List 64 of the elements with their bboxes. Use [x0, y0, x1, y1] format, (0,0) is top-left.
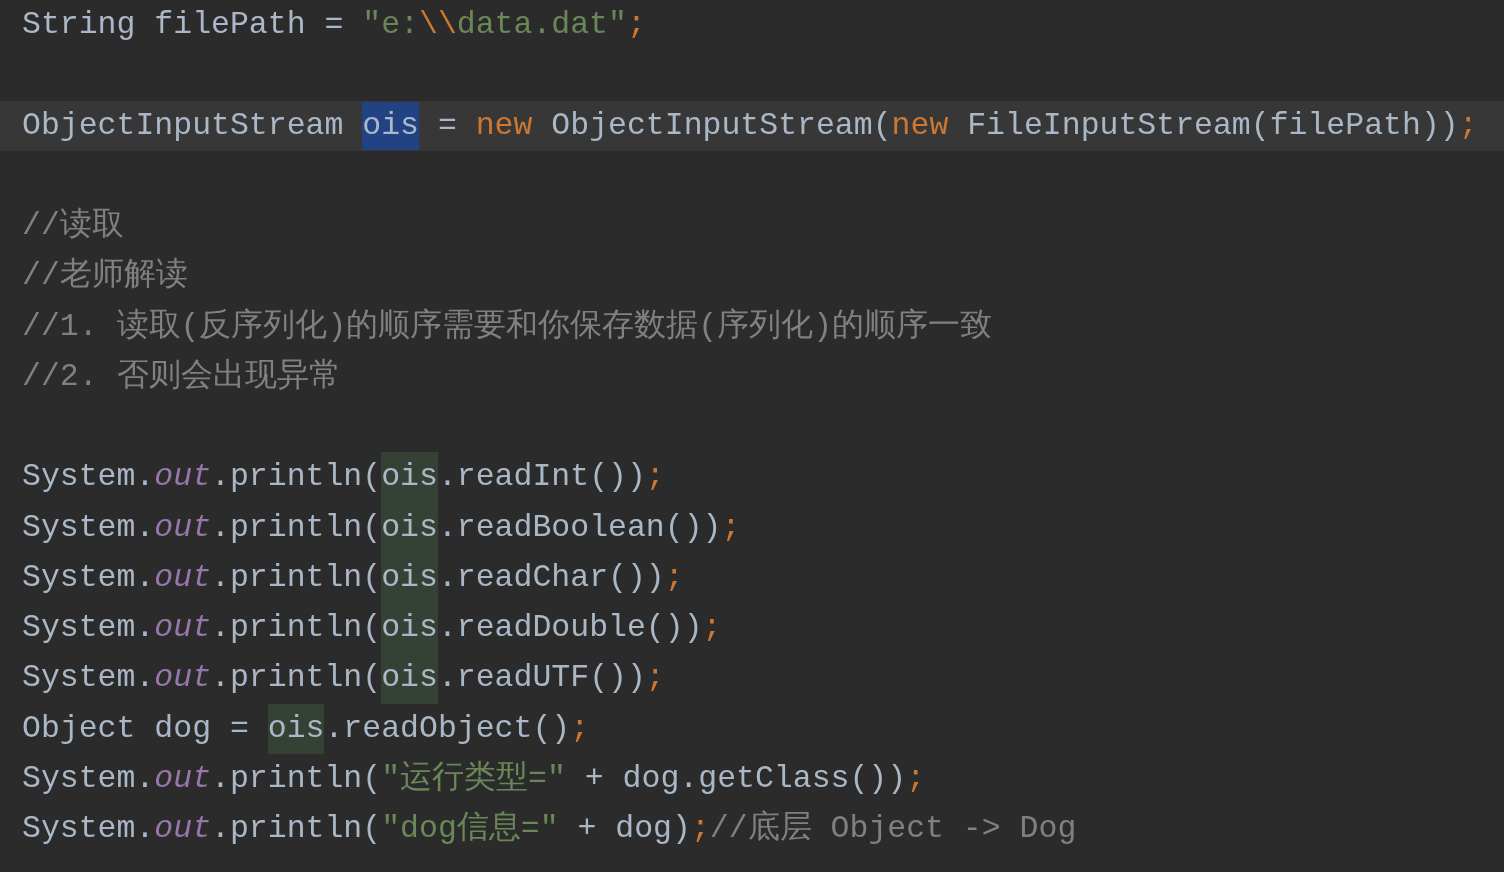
highlighted-text: ois	[381, 603, 438, 654]
selected-text: ois	[362, 101, 419, 150]
string-literal: "dog信息="	[381, 811, 559, 846]
highlighted-text: ois	[381, 653, 438, 704]
semicolon: ;	[1458, 107, 1478, 143]
comment: //老师解读	[22, 258, 188, 294]
code-text: .readObject()	[324, 710, 571, 746]
semicolon: ;	[645, 459, 665, 495]
keyword: new	[475, 107, 533, 143]
code-text: System.	[22, 660, 155, 696]
semicolon: ;	[906, 760, 926, 796]
code-text: .println(	[211, 610, 382, 645]
highlighted-text: ois	[381, 502, 438, 553]
field-name: out	[154, 559, 212, 595]
code-text: System.	[22, 811, 155, 846]
code-text: String filePath =	[22, 7, 345, 42]
semicolon: ;	[721, 509, 741, 545]
field-name: out	[154, 811, 212, 846]
keyword: new	[891, 107, 949, 143]
semicolon: ;	[690, 811, 710, 846]
code-text: System.	[22, 760, 155, 796]
semicolon: ;	[626, 7, 646, 42]
code-text: System.	[22, 610, 155, 645]
comment: //读取	[22, 208, 124, 243]
semicolon: ;	[570, 710, 590, 746]
field-name: out	[154, 610, 212, 645]
field-name: out	[154, 660, 212, 696]
highlighted-text: ois	[381, 452, 438, 503]
code-text: + dog)	[576, 811, 691, 846]
code-text: .println(	[211, 509, 382, 545]
code-text: System.	[22, 559, 155, 595]
code-text: System.	[22, 509, 155, 545]
comment: //1. 读取(反序列化)的顺序需要和你保存数据(序列化)的顺序一致	[22, 308, 993, 344]
field-name: out	[154, 509, 212, 545]
code-text: =	[436, 107, 458, 143]
code-text: .readChar())	[437, 559, 665, 595]
escape-sequence: \\	[419, 7, 457, 42]
string-literal: "e:	[362, 7, 419, 42]
field-name: out	[154, 459, 212, 495]
semicolon: ;	[664, 559, 684, 595]
code-text: .println(	[211, 559, 382, 595]
highlighted-text: ois	[381, 552, 438, 603]
comment: //2. 否则会出现异常	[22, 358, 341, 394]
comment: //底层 Object -> Dog	[709, 811, 1077, 846]
code-text: ObjectInputStream(	[550, 107, 892, 143]
semicolon: ;	[645, 660, 665, 696]
code-text: .println(	[211, 459, 382, 495]
string-literal: data.dat"	[456, 7, 627, 42]
code-text: .println(	[211, 660, 382, 696]
code-text: System.	[22, 459, 155, 495]
string-literal: "运行类型="	[381, 760, 566, 796]
semicolon: ;	[702, 610, 722, 645]
code-text: .println(	[211, 811, 382, 846]
field-name: out	[154, 760, 212, 796]
code-text: .readBoolean())	[437, 509, 722, 545]
code-text: + dog.getClass())	[583, 760, 907, 796]
highlighted-text: ois	[267, 703, 325, 754]
code-text: Object dog =	[22, 710, 250, 746]
code-text: .readDouble())	[437, 610, 703, 645]
code-text: .println(	[211, 760, 382, 796]
code-text: FileInputStream(filePath))	[966, 107, 1459, 143]
code-text: ObjectInputStream	[22, 107, 345, 143]
code-text: .readInt())	[437, 459, 646, 495]
code-text: .readUTF())	[437, 660, 646, 696]
